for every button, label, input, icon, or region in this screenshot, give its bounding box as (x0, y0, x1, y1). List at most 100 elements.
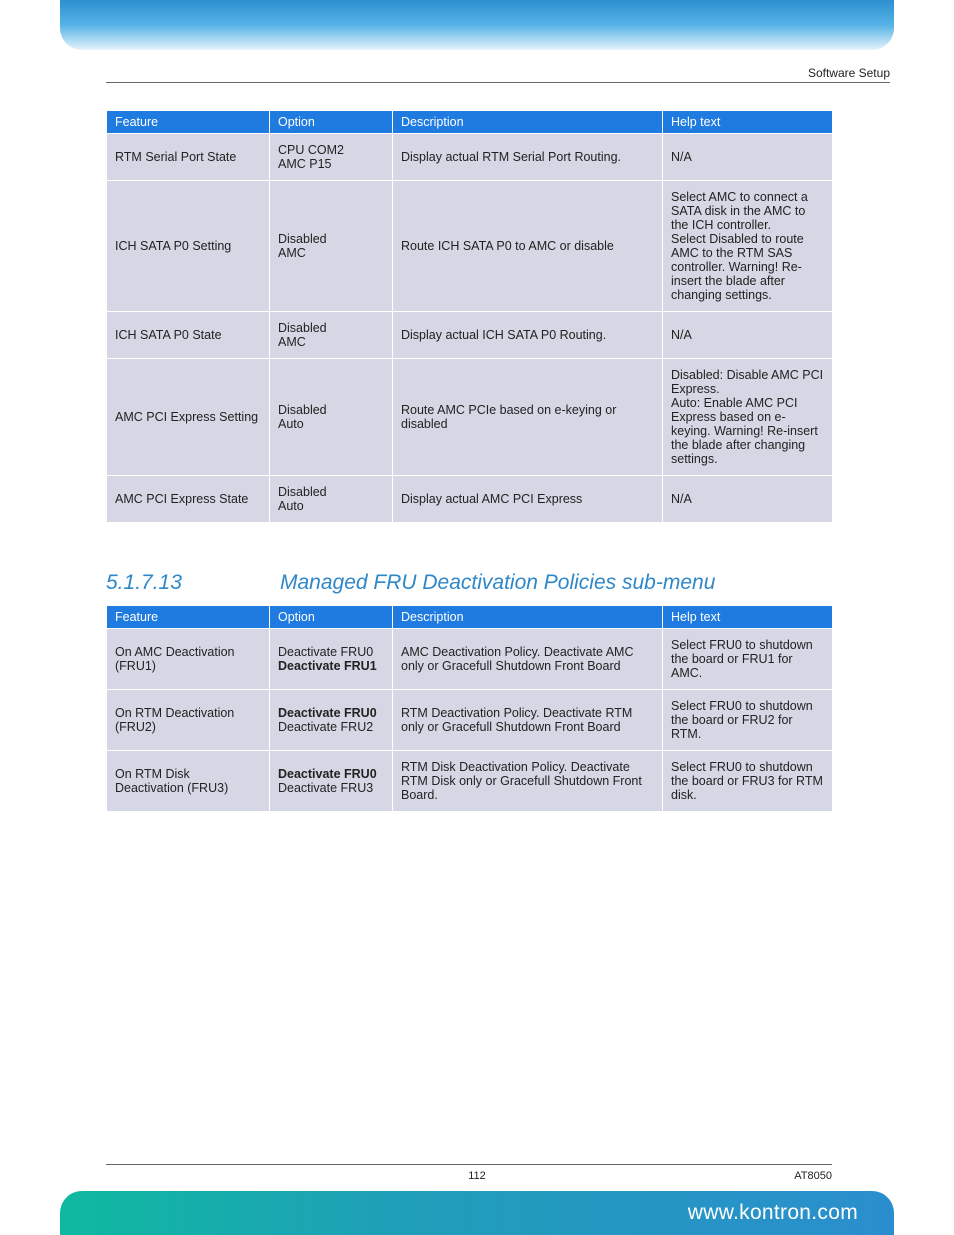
cell-text: AMC Deactivation Policy. Deactivate AMC … (401, 645, 654, 673)
col-feature: Feature (107, 111, 270, 134)
cell-option: Deactivate FRU0Deactivate FRU2 (270, 690, 393, 751)
cell-text: AMC (278, 335, 384, 349)
cell-text: AMC (278, 246, 384, 260)
cell-feature: ICH SATA P0 State (107, 312, 270, 359)
cell-text: N/A (671, 328, 824, 342)
cell-option: DisabledAMC (270, 181, 393, 312)
cell-text: Deactivate FRU3 (278, 781, 384, 795)
cell-text: Deactivate FRU0 (278, 645, 384, 659)
cell-text: Route AMC PCIe based on e-keying or disa… (401, 403, 654, 431)
cell-text: Deactivate FRU0 (278, 706, 384, 720)
cell-text: Auto (278, 499, 384, 513)
cell-text: ICH SATA P0 State (115, 328, 261, 342)
cell-text: Disabled (278, 232, 384, 246)
cell-text: AMC PCI Express Setting (115, 410, 261, 424)
cell-feature: AMC PCI Express State (107, 476, 270, 523)
cell-feature: RTM Serial Port State (107, 134, 270, 181)
cell-description: RTM Disk Deactivation Policy. Deactivate… (393, 751, 663, 812)
section-heading: 5.1.7.13 Managed FRU Deactivation Polici… (106, 571, 832, 595)
cell-text: Deactivate FRU2 (278, 720, 384, 734)
cell-help: Disabled: Disable AMC PCI Express.Auto: … (663, 359, 833, 476)
top-banner (60, 0, 894, 50)
product-code: AT8050 (794, 1170, 832, 1182)
cell-description: Route AMC PCIe based on e-keying or disa… (393, 359, 663, 476)
cell-description: Display actual ICH SATA P0 Routing. (393, 312, 663, 359)
cell-option: DisabledAMC (270, 312, 393, 359)
cell-text: N/A (671, 150, 824, 164)
bottom-banner: www.kontron.com (60, 1191, 894, 1235)
cell-option: DisabledAuto (270, 476, 393, 523)
cell-text: Display actual AMC PCI Express (401, 492, 654, 506)
section-number: 5.1.7.13 (106, 571, 206, 595)
cell-text: Select FRU0 to shutdown the board or FRU… (671, 760, 824, 802)
col-help: Help text (663, 606, 833, 629)
section-title: Managed FRU Deactivation Policies sub-me… (280, 571, 715, 595)
feature-table-1: Feature Option Description Help text RTM… (106, 110, 833, 523)
table-row: On RTM Deactivation (FRU2) Deactivate FRU… (107, 690, 833, 751)
cell-text: Route ICH SATA P0 to AMC or disable (401, 239, 654, 253)
cell-option: CPU COM2AMC P15 (270, 134, 393, 181)
cell-text: Disabled (278, 403, 384, 417)
cell-text: On RTM Deactivation (FRU2) (115, 706, 261, 734)
header-rule (106, 82, 890, 83)
cell-text: Auto (278, 417, 384, 431)
cell-option: Deactivate FRU0Deactivate FRU1 (270, 629, 393, 690)
cell-feature: ICH SATA P0 Setting (107, 181, 270, 312)
cell-help: Select FRU0 to shutdown the board or FRU… (663, 629, 833, 690)
header-label: Software Setup (808, 66, 890, 80)
table-header-row: Feature Option Description Help text (107, 606, 833, 629)
page-number: 112 (468, 1170, 486, 1182)
cell-feature: On AMC Deactivation (FRU1) (107, 629, 270, 690)
cell-text: RTM Serial Port State (115, 150, 261, 164)
table-row: ICH SATA P0 State DisabledAMC Display actu… (107, 312, 833, 359)
col-description: Description (393, 111, 663, 134)
cell-text: Disabled: Disable AMC PCI Express. (671, 368, 824, 396)
cell-feature: On RTM Disk Deactivation (FRU3) (107, 751, 270, 812)
table-row: On RTM Disk Deactivation (FRU3) Deactivat… (107, 751, 833, 812)
table-header-row: Feature Option Description Help text (107, 111, 833, 134)
col-help: Help text (663, 111, 833, 134)
cell-text: Display actual ICH SATA P0 Routing. (401, 328, 654, 342)
cell-text: AMC P15 (278, 157, 384, 171)
cell-text: Select FRU0 to shutdown the board or FRU… (671, 638, 824, 680)
cell-feature: AMC PCI Express Setting (107, 359, 270, 476)
cell-text: On RTM Disk Deactivation (FRU3) (115, 767, 261, 795)
cell-text: AMC PCI Express State (115, 492, 261, 506)
feature-table-2: Feature Option Description Help text On … (106, 605, 833, 812)
cell-text: CPU COM2 (278, 143, 384, 157)
cell-text: Disabled (278, 485, 384, 499)
cell-text: Select FRU0 to shutdown the board or FRU… (671, 699, 824, 741)
cell-description: Display actual RTM Serial Port Routing. (393, 134, 663, 181)
cell-text: Auto: Enable AMC PCI Express based on e-… (671, 396, 824, 466)
col-description: Description (393, 606, 663, 629)
table-row: ICH SATA P0 Setting DisabledAMC Route ICH … (107, 181, 833, 312)
footer-rule (106, 1164, 832, 1165)
table-row: On AMC Deactivation (FRU1) Deactivate FRU… (107, 629, 833, 690)
cell-text: Select Disabled to route AMC to the RTM … (671, 232, 824, 302)
cell-help: Select FRU0 to shutdown the board or FRU… (663, 751, 833, 812)
table-row: AMC PCI Express Setting DisabledAuto Route… (107, 359, 833, 476)
cell-text: On AMC Deactivation (FRU1) (115, 645, 261, 673)
cell-option: Deactivate FRU0Deactivate FRU3 (270, 751, 393, 812)
cell-text: Deactivate FRU0 (278, 767, 384, 781)
content-area: Feature Option Description Help text RTM… (106, 110, 832, 812)
cell-text: Disabled (278, 321, 384, 335)
cell-help: Select AMC to connect a SATA disk in the… (663, 181, 833, 312)
cell-help: N/A (663, 134, 833, 181)
cell-description: AMC Deactivation Policy. Deactivate AMC … (393, 629, 663, 690)
cell-text: RTM Disk Deactivation Policy. Deactivate… (401, 760, 654, 802)
cell-help: Select FRU0 to shutdown the board or FRU… (663, 690, 833, 751)
cell-option: DisabledAuto (270, 359, 393, 476)
cell-text: RTM Deactivation Policy. Deactivate RTM … (401, 706, 654, 734)
col-option: Option (270, 606, 393, 629)
cell-feature: On RTM Deactivation (FRU2) (107, 690, 270, 751)
cell-text: ICH SATA P0 Setting (115, 239, 261, 253)
cell-description: Display actual AMC PCI Express (393, 476, 663, 523)
cell-help: N/A (663, 476, 833, 523)
table-row: AMC PCI Express State DisabledAuto Display… (107, 476, 833, 523)
website-url: www.kontron.com (688, 1201, 858, 1225)
cell-description: RTM Deactivation Policy. Deactivate RTM … (393, 690, 663, 751)
col-option: Option (270, 111, 393, 134)
cell-text: N/A (671, 492, 824, 506)
cell-text: Deactivate FRU1 (278, 659, 384, 673)
